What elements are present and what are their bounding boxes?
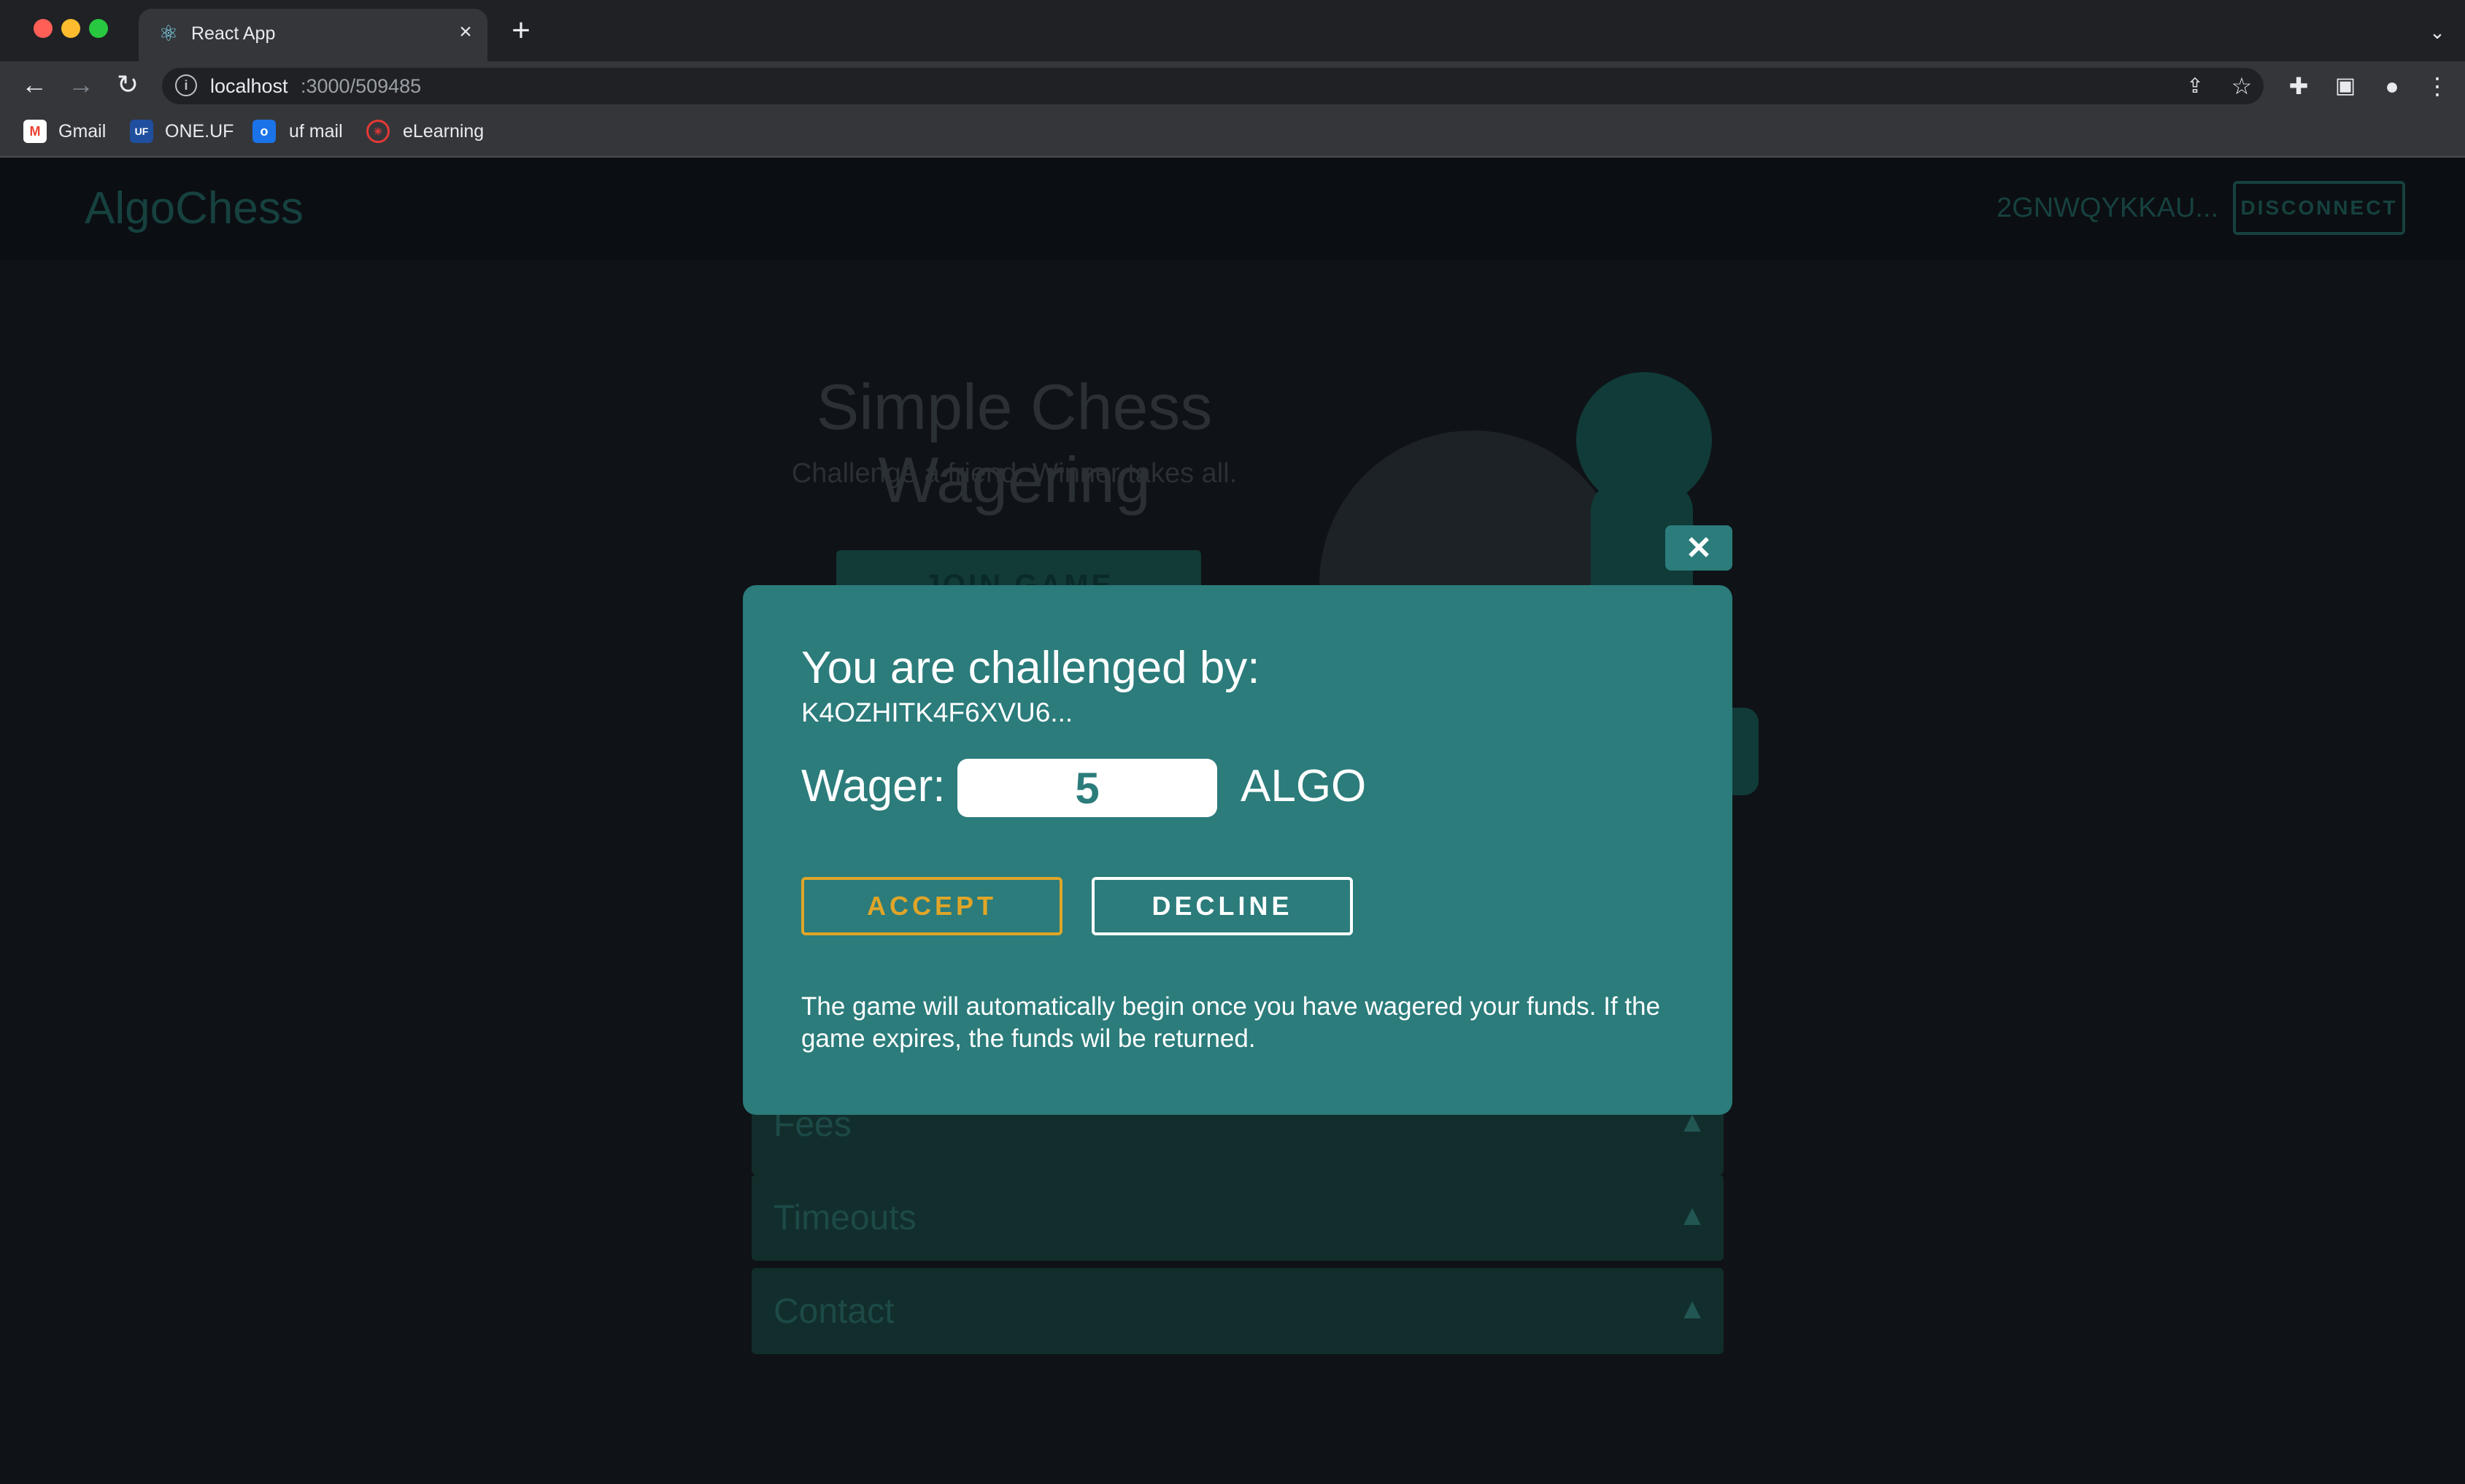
menu-kebab-icon[interactable]: ⋮ xyxy=(2421,70,2453,102)
modal-note: The game will automatically begin once y… xyxy=(801,992,1661,1053)
faq-item-contact[interactable] xyxy=(752,1268,1724,1354)
back-icon[interactable]: ← xyxy=(16,67,53,102)
faq-label: Contact xyxy=(774,1292,895,1331)
minimize-window-button[interactable] xyxy=(61,19,80,38)
bookmark-gmail[interactable]: Gmail xyxy=(58,117,106,146)
new-tab-icon[interactable]: + xyxy=(506,15,536,47)
bookmark-uf-mail[interactable]: uf mail xyxy=(289,117,343,146)
tab-close-icon[interactable]: × xyxy=(452,19,479,45)
forward-icon[interactable]: → xyxy=(63,67,99,102)
hero-subtitle: Challenge a friend. Winner takes all. xyxy=(791,458,1238,489)
triangle-up-icon: ▲ xyxy=(1678,1293,1707,1325)
account-address: 2GNWQYKKAU... xyxy=(1997,193,2219,223)
url-host: localhost xyxy=(210,75,288,97)
bookmark-elearning[interactable]: eLearning xyxy=(403,117,484,146)
accept-button[interactable]: ACCEPT xyxy=(801,877,1062,935)
wager-label: Wager: xyxy=(801,761,946,811)
maximize-window-button[interactable] xyxy=(89,19,108,38)
site-info-icon[interactable]: i xyxy=(175,74,197,96)
wager-input[interactable] xyxy=(957,759,1217,817)
react-icon: ⚛ xyxy=(158,22,179,46)
decline-button[interactable]: DECLINE xyxy=(1092,877,1353,935)
close-window-button[interactable] xyxy=(34,19,53,38)
challenger-address: K4OZHITK4F6XVU6... xyxy=(801,697,1073,727)
extensions-icon[interactable]: ✚ xyxy=(2283,70,2315,102)
url-path: :3000/509485 xyxy=(301,75,422,97)
disconnect-button[interactable]: DISCONNECT xyxy=(2233,181,2405,235)
tab-search-chevron-icon[interactable]: ⌄ xyxy=(2423,19,2452,45)
hero-title: Simple Chess Wagering xyxy=(816,371,1213,516)
gmail-icon: M xyxy=(23,120,47,143)
wager-unit: ALGO xyxy=(1241,761,1367,811)
outlook-icon: o xyxy=(252,120,276,143)
chess-pawn-head xyxy=(1576,372,1712,508)
app-logo[interactable]: AlgoChess xyxy=(85,179,304,238)
modal-close-button[interactable]: ✕ xyxy=(1665,525,1732,571)
share-icon[interactable]: ⇪ xyxy=(2179,70,2211,102)
side-panel-icon[interactable]: ▣ xyxy=(2329,70,2361,102)
elearning-icon: ✳ xyxy=(366,120,390,143)
tab-title: React App xyxy=(191,23,276,44)
triangle-up-icon: ▲ xyxy=(1678,1199,1707,1232)
bookmark-star-icon[interactable]: ☆ xyxy=(2226,70,2258,102)
address-bar[interactable] xyxy=(162,68,2264,104)
modal-title: You are challenged by: xyxy=(801,643,1260,693)
faq-label: Timeouts xyxy=(774,1199,917,1237)
reload-icon[interactable]: ↻ xyxy=(109,67,146,102)
one-uf-icon: UF xyxy=(130,120,153,143)
profile-icon[interactable]: ● xyxy=(2376,70,2408,102)
bookmark-one-uf[interactable]: ONE.UF xyxy=(165,117,234,146)
